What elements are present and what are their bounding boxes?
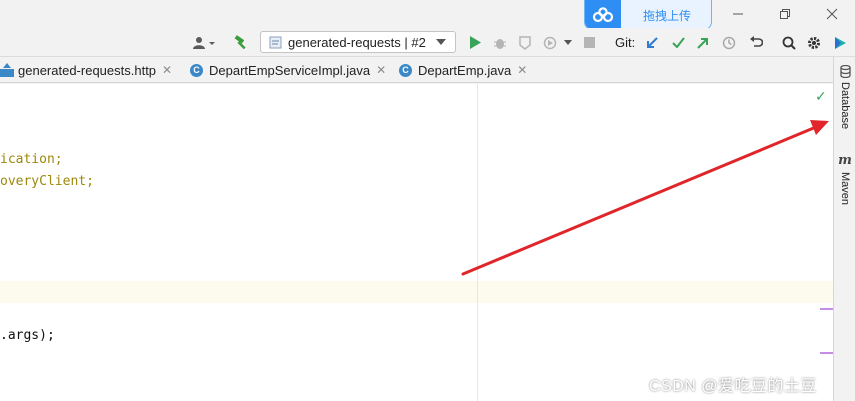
git-commit-icon[interactable] <box>669 32 687 53</box>
run-icon[interactable] <box>465 32 485 53</box>
stop-icon[interactable] <box>580 32 598 53</box>
run-configuration-select[interactable]: generated-requests | #2 <box>260 31 456 53</box>
database-label: Database <box>839 82 851 130</box>
main-toolbar: generated-requests | #2 Git: <box>0 28 855 57</box>
tab-generated-requests[interactable]: generated-requests.http ✕ <box>0 57 172 83</box>
database-icon <box>839 65 851 78</box>
git-push-icon[interactable] <box>694 32 712 53</box>
change-marker[interactable] <box>820 352 833 354</box>
http-file-icon <box>269 36 282 49</box>
code-line: .args); <box>0 328 55 348</box>
search-icon[interactable] <box>780 32 798 53</box>
code-token: overyClient; <box>0 174 94 189</box>
gear-icon[interactable] <box>805 32 823 53</box>
code-token: ication; <box>0 152 63 167</box>
close-tab-icon[interactable]: ✕ <box>517 63 527 77</box>
debug-icon[interactable] <box>490 32 510 53</box>
code-editor[interactable]: ication; overyClient; .args); ✓ <box>0 84 833 401</box>
chevron-down-icon[interactable] <box>562 32 574 53</box>
close-tab-icon[interactable]: ✕ <box>376 63 386 77</box>
tab-departempserviceimpl[interactable]: C DepartEmpServiceImpl.java ✕ <box>190 57 386 83</box>
editor-tab-bar: generated-requests.http ✕ C DepartEmpSer… <box>0 57 833 83</box>
close-window-button[interactable] <box>817 4 847 24</box>
title-bar: 拖拽上传 <box>0 0 855 30</box>
git-update-icon[interactable] <box>643 32 661 53</box>
maven-icon: m <box>838 153 852 168</box>
inspection-ok-icon[interactable]: ✓ <box>815 88 827 105</box>
tab-label: DepartEmpServiceImpl.java <box>209 62 371 78</box>
code-token: .args); <box>0 328 55 343</box>
database-tool-button[interactable]: Database <box>834 65 855 129</box>
git-label: Git: <box>615 35 636 50</box>
change-marker[interactable] <box>820 308 833 310</box>
minimize-button[interactable] <box>723 4 753 24</box>
run-config-label: generated-requests | #2 <box>288 34 426 50</box>
maven-label: Maven <box>839 172 851 206</box>
upload-widget[interactable]: 拖拽上传 <box>584 0 712 30</box>
api-http-icon <box>0 63 14 77</box>
code-line: ication; <box>0 152 63 172</box>
cloud-icon <box>585 0 621 29</box>
right-margin-guide <box>477 84 478 401</box>
current-line-highlight <box>0 281 833 303</box>
rollback-icon[interactable] <box>747 32 765 53</box>
maven-tool-button[interactable]: m Maven <box>834 153 855 205</box>
upload-label[interactable]: 拖拽上传 <box>627 7 707 24</box>
coverage-icon[interactable] <box>515 32 535 53</box>
class-icon: C <box>190 63 203 77</box>
close-tab-icon[interactable]: ✕ <box>162 63 172 77</box>
history-clock-icon[interactable] <box>720 32 738 53</box>
user-account-icon[interactable] <box>190 32 218 53</box>
watermark: CSDN @爱吃豆的土豆 <box>649 378 818 395</box>
tab-label: DepartEmp.java <box>418 62 512 78</box>
code-line: overyClient; <box>0 174 94 194</box>
restore-button[interactable] <box>770 4 800 24</box>
build-hammer-icon[interactable] <box>230 32 252 53</box>
plugin-logo-icon[interactable] <box>830 32 850 53</box>
profile-icon[interactable] <box>540 32 562 53</box>
chevron-down-icon <box>435 39 446 45</box>
tab-label: generated-requests.http <box>18 62 157 78</box>
tab-departemp[interactable]: C DepartEmp.java ✕ <box>399 57 527 83</box>
right-tool-strip: Database m Maven <box>833 57 855 401</box>
class-icon: C <box>399 63 412 77</box>
